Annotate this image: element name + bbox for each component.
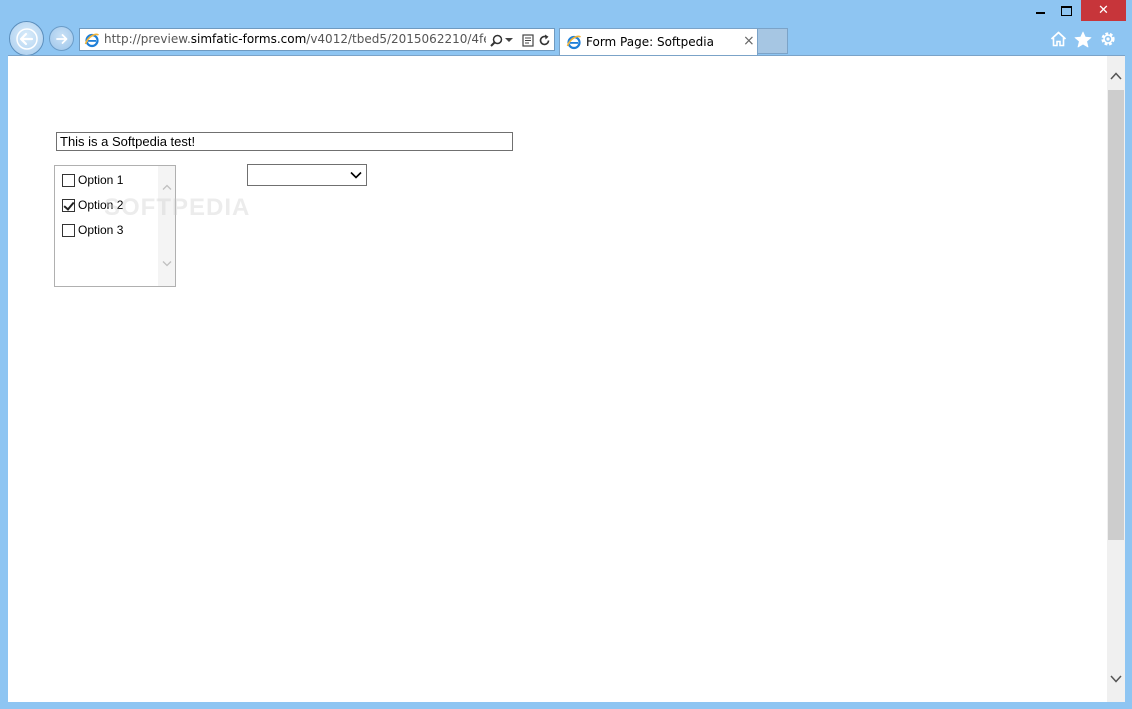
chevron-down-icon [350,171,362,179]
url-prefix: http://preview. [104,32,191,46]
watermark: SOFTPEDIA [104,194,251,221]
ie-page-icon [84,33,99,48]
list-item[interactable]: Option 1 [62,171,123,189]
ie-tab-icon [566,35,581,50]
forward-button[interactable] [49,26,74,51]
address-url[interactable]: http://preview.simfatic-forms.com/v4012/… [104,32,486,47]
url-domain: simfatic-forms.com [190,32,307,46]
scroll-thumb[interactable] [1108,90,1124,540]
browser-window: ✕ http://preview.simfatic-forms.com/v401… [0,0,1132,709]
home-button[interactable] [1048,29,1068,49]
chevron-up-icon [162,184,171,190]
maximize-button[interactable] [1054,0,1079,21]
page-viewport: This is a Softpedia test! Option 1 Optio… [8,55,1125,702]
tab-form-page[interactable]: Form Page: Softpedia × [559,28,758,55]
new-tab-button[interactable] [758,28,788,54]
tab-title: Form Page: Softpedia [586,35,714,49]
checkbox-option-3[interactable] [62,223,75,237]
url-path: /v4012/tbed5/2015062210/4fed3/Soft [306,32,486,46]
home-icon [1050,31,1066,47]
list-scrollbar[interactable] [158,166,175,286]
star-icon [1074,31,1092,47]
page-scrollbar[interactable] [1107,56,1125,702]
text-field[interactable]: This is a Softpedia test! [56,132,513,151]
search-button[interactable] [488,32,504,48]
back-arrow-icon [15,27,38,50]
dropdown-arrow-icon [505,38,513,42]
checkbox-option-1[interactable] [62,173,75,187]
forward-arrow-icon [55,33,67,44]
tab-close-button[interactable]: × [743,34,755,49]
dropdown-select[interactable] [247,164,367,186]
close-icon: ✕ [1098,3,1109,18]
chevron-up-icon [1110,72,1122,80]
refresh-button[interactable] [536,32,552,48]
minimize-icon [1036,11,1045,14]
compatibility-view-button[interactable] [520,32,536,48]
scroll-up-button[interactable] [1107,66,1125,86]
maximize-icon [1061,5,1072,16]
tools-button[interactable] [1098,29,1118,49]
checkbox-option-2[interactable] [62,198,75,212]
close-window-button[interactable]: ✕ [1081,0,1126,21]
list-item[interactable]: Option 3 [62,221,123,239]
checkbox-list[interactable]: Option 1 Option 2 Option 3 [54,165,176,287]
compatibility-view-icon [522,33,534,47]
chevron-down-icon [1110,675,1122,683]
option-label: Option 1 [78,173,124,187]
address-dropdown-button[interactable] [504,32,514,48]
search-icon [489,34,502,47]
back-button[interactable] [9,21,44,56]
gear-icon [1101,32,1115,46]
select-arrow [350,169,362,181]
refresh-icon [539,34,549,45]
list-scroll-up-button[interactable] [158,180,175,194]
list-scroll-down-button[interactable] [158,257,175,271]
chevron-down-icon [162,261,171,267]
address-bar[interactable]: http://preview.simfatic-forms.com/v4012/… [79,28,555,51]
favorites-button[interactable] [1073,29,1093,49]
option-label: Option 3 [78,223,124,237]
minimize-button[interactable] [1029,0,1052,21]
scroll-down-button[interactable] [1107,669,1125,689]
